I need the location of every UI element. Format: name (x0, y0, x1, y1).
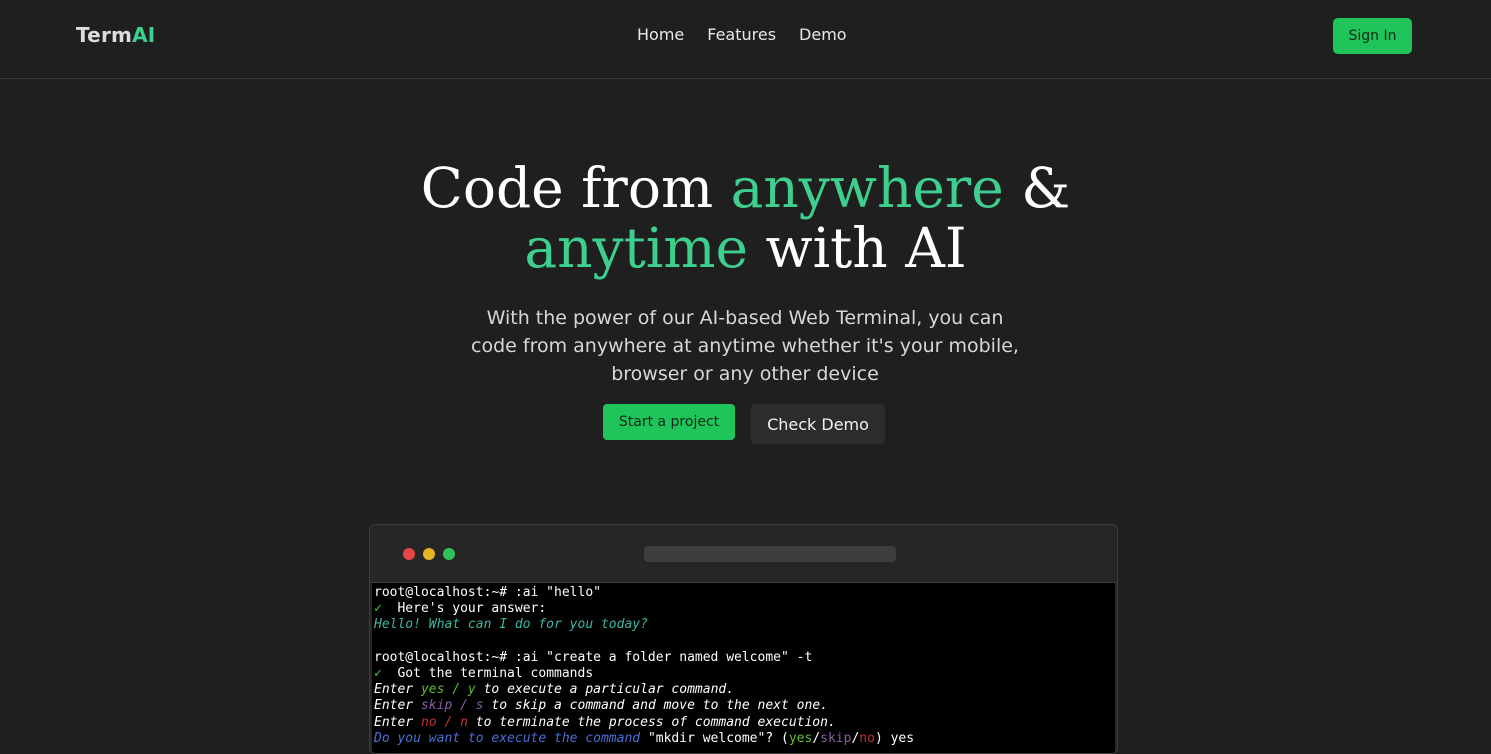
logo-accent-text: AI (132, 23, 156, 47)
terminal-option-yes: yes / y (420, 682, 476, 698)
hero-title-line-2: anytime with AI (0, 218, 1491, 278)
terminal-address-bar (644, 546, 896, 562)
hero-subtitle: With the power of our AI-based Web Termi… (471, 307, 1019, 385)
terminal-line: ✓ Here's your answer: (374, 601, 1113, 617)
terminal-line: root@localhost:~# :ai "create a folder n… (374, 649, 813, 665)
terminal-line: Do you want to execute the command "mkdi… (374, 731, 1113, 747)
terminal-text: ) yes (874, 730, 915, 746)
terminal-output[interactable]: root@localhost:~# :ai "hello" ✓ Here's y… (372, 583, 1115, 753)
terminal-window: root@localhost:~# :ai "hello" ✓ Here's y… (369, 524, 1118, 754)
terminal-prompt-text: Do you want to execute the command (374, 730, 648, 746)
hero-title-text: Code from (420, 156, 731, 220)
terminal-line: Enter skip / s to skip a command and mov… (374, 698, 1113, 714)
terminal-text: / (812, 730, 821, 746)
terminal-option-skip: skip / s (420, 698, 484, 714)
check-icon: ✓ (374, 601, 382, 617)
minimize-dot-icon (423, 548, 435, 560)
terminal-line: Enter yes / y to execute a particular co… (374, 682, 1113, 698)
maximize-dot-icon (443, 548, 455, 560)
navbar: TermAI Home Features Demo Sign In (0, 0, 1491, 79)
hero-title-accent: anywhere (730, 156, 1004, 220)
hero-title-text: with AI (748, 216, 967, 280)
terminal-line: Hello! What can I do for you today? (374, 617, 648, 633)
hero-title: Code from anywhere & anytime with AI (0, 158, 1491, 278)
terminal-text: to terminate the process of command exec… (467, 714, 836, 730)
terminal-text: Enter (374, 682, 421, 698)
terminal-line: ✓ Got the terminal commands (374, 666, 1113, 682)
terminal-text: Enter (374, 698, 421, 714)
close-dot-icon (403, 548, 415, 560)
check-demo-button[interactable]: Check Demo (751, 404, 885, 444)
terminal-command: "mkdir welcome" (647, 730, 766, 746)
nav-link-home[interactable]: Home (637, 25, 684, 44)
terminal-text: to execute a particular command. (475, 682, 735, 698)
terminal-text: ? ( (765, 730, 789, 746)
nav-link-features[interactable]: Features (707, 25, 776, 44)
sign-in-button[interactable]: Sign In (1333, 18, 1412, 54)
terminal-option-no: no / n (420, 714, 468, 730)
terminal-option-no: no (859, 730, 875, 746)
terminal-text: to skip a command and move to the next o… (483, 698, 828, 714)
hero-title-text: & (1003, 156, 1071, 220)
terminal-option-yes: yes (788, 730, 813, 746)
terminal-option-skip: skip (820, 730, 852, 746)
terminal-text: Enter (374, 714, 421, 730)
logo-text: Term (76, 23, 133, 47)
terminal-text: Here's your answer: (381, 601, 547, 617)
hero-title-line-1: Code from anywhere & (0, 158, 1491, 218)
terminal-line: root@localhost:~# :ai "hello" (374, 585, 601, 600)
terminal-line: Enter no / n to terminate the process of… (374, 715, 1113, 731)
nav-links: Home Features Demo (637, 25, 847, 44)
nav-link-demo[interactable]: Demo (799, 25, 847, 44)
terminal-text: Got the terminal commands (381, 665, 594, 681)
hero-title-accent: anytime (524, 216, 749, 280)
check-icon: ✓ (374, 665, 382, 681)
start-project-button[interactable]: Start a project (603, 404, 735, 440)
terminal-header (370, 525, 1117, 583)
logo[interactable]: TermAI (76, 23, 155, 47)
